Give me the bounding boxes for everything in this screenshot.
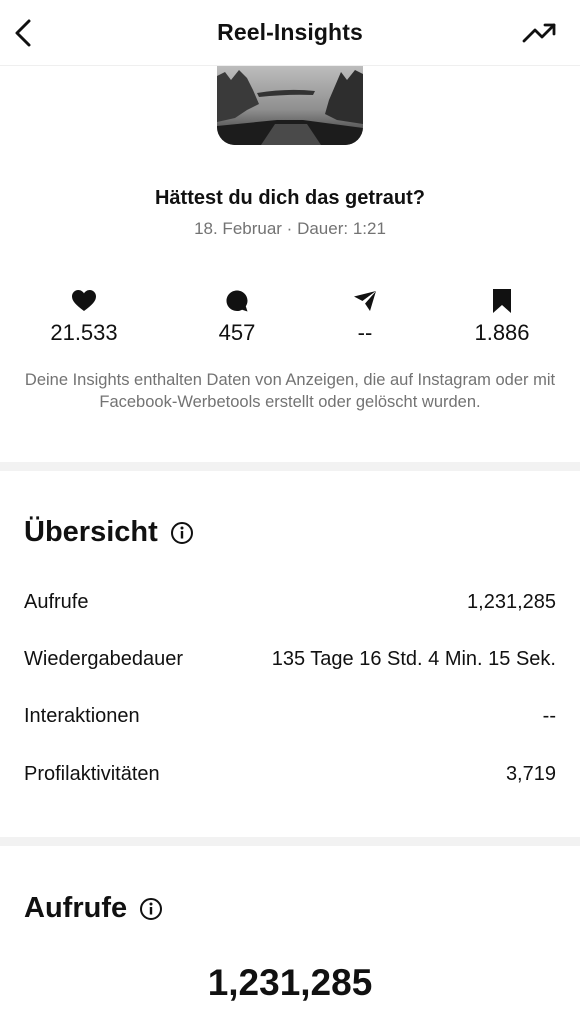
overview-section-title: Übersicht [24,516,194,549]
overview-row-label: Interaktionen [24,704,140,727]
overview-row-views[interactable]: Aufrufe 1,231,285 [24,587,556,617]
saves-count: 1.886 [474,320,530,345]
overview-row-value: 3,719 [505,762,556,785]
overview-row-watch-time[interactable]: Wiedergabedauer 135 Tage 16 Std. 4 Min. … [24,644,556,674]
comments-count: 457 [218,320,256,345]
shares-count: -- [357,320,373,345]
reel-thumbnail[interactable] [217,66,363,145]
trends-button[interactable] [520,16,560,50]
overview-row-profile-activity[interactable]: Profilaktivitäten 3,719 [24,759,556,789]
overview-row-label: Wiedergabedauer [24,647,183,670]
views-title-text: Aufrufe [24,892,128,924]
views-total: 1,231,285 [207,962,373,1003]
reel-thumbnail-image [217,66,363,145]
reel-caption: Hättest du dich das getraut? [154,187,426,209]
comments-stat: 457 [167,286,307,346]
overview-row-label: Aufrufe [24,590,89,613]
likes-stat: 21.533 [14,286,154,346]
saves-stat: 1.886 [432,286,572,346]
engagement-stats: 21.533 457 -- 1.886 [0,286,580,356]
likes-count: 21.533 [50,320,118,345]
trending-up-icon [522,23,556,43]
info-icon[interactable] [139,897,163,921]
section-divider [0,462,580,471]
overview-row-interactions[interactable]: Interaktionen -- [24,701,556,731]
info-icon[interactable] [170,521,194,545]
page-title: Reel-Insights [217,19,363,45]
overview-row-value: 1,231,285 [467,590,556,613]
views-section-title: Aufrufe [24,892,163,925]
overview-row-label: Profilaktivitäten [24,762,160,785]
heart-icon [72,290,96,311]
overview-row-value: -- [542,704,556,727]
top-bar: Reel-Insights [0,0,580,66]
insights-disclaimer: Deine Insights enthalten Daten von Anzei… [24,371,556,411]
reel-date-duration: 18. Februar · Dauer: 1:21 [194,219,386,238]
share-icon [354,291,376,311]
section-divider [0,837,580,846]
shares-stat: -- [295,286,435,346]
overview-row-value: 135 Tage 16 Std. 4 Min. 15 Sek. [271,647,556,670]
overview-title-text: Übersicht [24,516,158,548]
bookmark-icon [493,289,511,313]
comment-icon [226,290,248,312]
